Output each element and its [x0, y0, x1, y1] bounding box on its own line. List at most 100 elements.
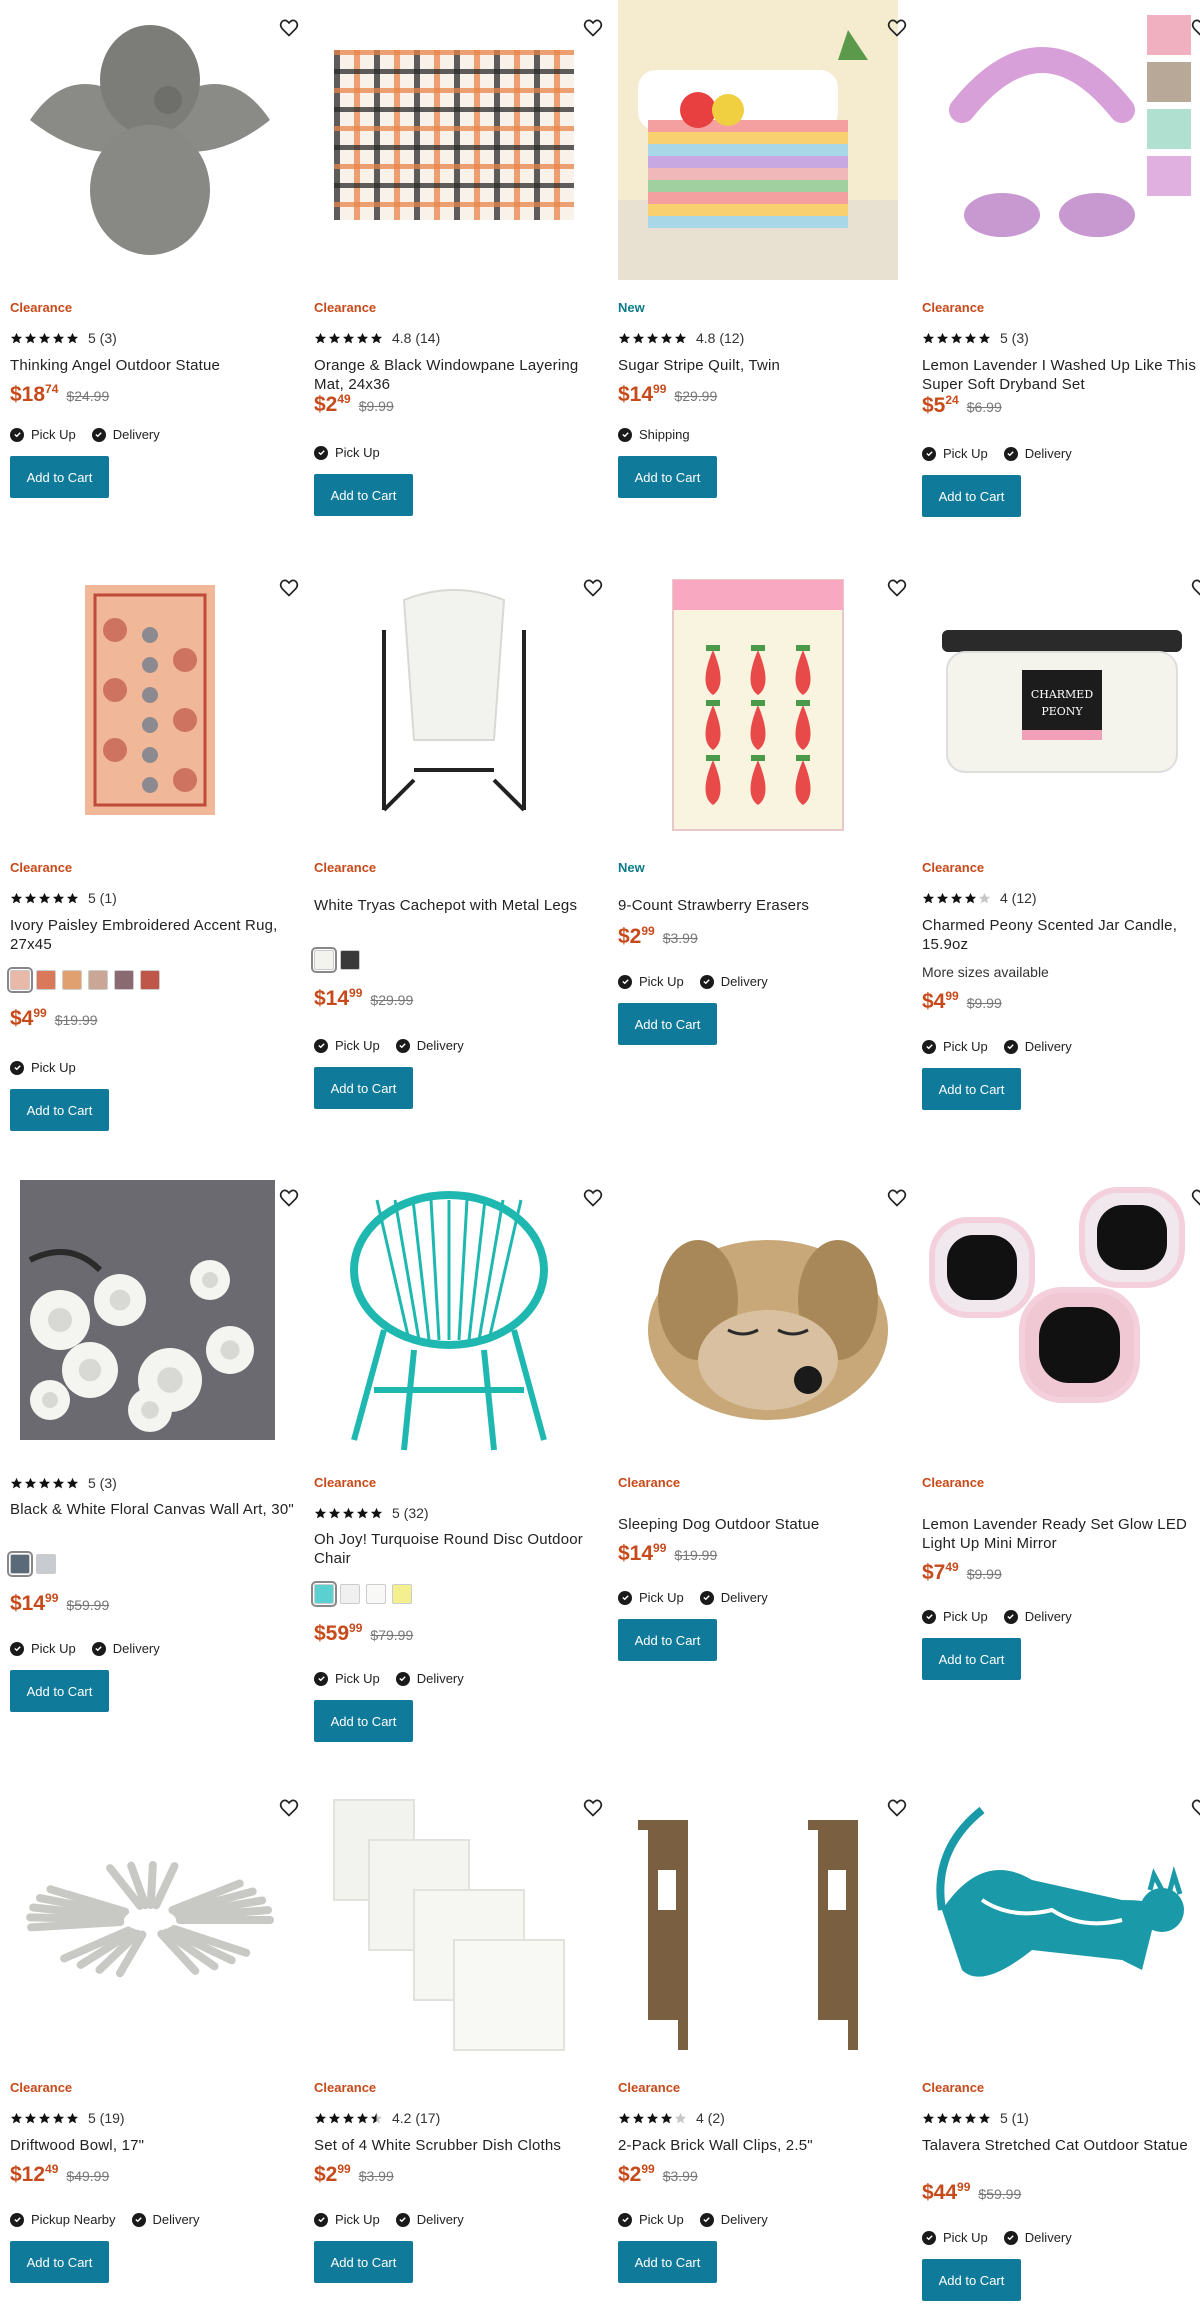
- product-name[interactable]: 2-Pack Brick Wall Clips, 2.5": [618, 2136, 903, 2155]
- product-image[interactable]: [618, 1180, 898, 1460]
- favorite-heart-icon[interactable]: [582, 1188, 604, 1210]
- favorite-heart-icon[interactable]: [1190, 18, 1200, 40]
- product-card[interactable]: 5 (3) Black & White Floral Canvas Wall Ar…: [7, 1170, 299, 1730]
- product-name[interactable]: 9-Count Strawberry Erasers: [618, 896, 903, 915]
- color-swatch[interactable]: [340, 1584, 360, 1604]
- product-image[interactable]: [10, 0, 290, 280]
- color-swatch[interactable]: [140, 970, 160, 990]
- product-image[interactable]: [10, 1790, 290, 2070]
- favorite-heart-icon[interactable]: [886, 18, 908, 40]
- product-image[interactable]: [314, 1180, 594, 1460]
- color-swatch[interactable]: [7, 967, 33, 993]
- add-to-cart-button[interactable]: Add to Cart: [314, 1700, 413, 1742]
- favorite-heart-icon[interactable]: [582, 18, 604, 40]
- product-image[interactable]: [922, 1180, 1200, 1460]
- product-card[interactable]: Clearance Lemon Lavender Ready Set Glow L…: [922, 1170, 1200, 1730]
- product-rating[interactable]: 4 (12): [922, 890, 1037, 906]
- color-swatch[interactable]: [392, 1584, 412, 1604]
- add-to-cart-button[interactable]: Add to Cart: [618, 1619, 717, 1661]
- product-rating[interactable]: 5 (32): [314, 1505, 429, 1521]
- product-rating[interactable]: 4.2 (17): [314, 2110, 440, 2126]
- color-swatch[interactable]: [114, 970, 134, 990]
- product-card[interactable]: Clearance 5 (32) Oh Joy! Turquoise Round D…: [311, 1170, 603, 1742]
- product-name[interactable]: Oh Joy! Turquoise Round Disc Outdoor Cha…: [314, 1530, 599, 1568]
- product-card[interactable]: New 9-Count Strawberry Erasers $2 99 $3.9…: [618, 560, 907, 1120]
- product-card[interactable]: Clearance 4.2 (17) Set of 4 White Scrubber…: [314, 1780, 603, 2317]
- add-to-cart-button[interactable]: Add to Cart: [10, 1089, 109, 1131]
- favorite-heart-icon[interactable]: [278, 1188, 300, 1210]
- color-swatch[interactable]: [311, 1581, 337, 1607]
- add-to-cart-button[interactable]: Add to Cart: [10, 2241, 109, 2283]
- product-image[interactable]: CHARMED PEONY: [922, 560, 1200, 840]
- product-card[interactable]: Clearance White Tryas Cachepot with Metal…: [311, 560, 603, 1120]
- color-swatch[interactable]: [366, 1584, 386, 1604]
- product-rating[interactable]: 4 (2): [618, 2110, 725, 2126]
- product-name[interactable]: Orange & Black Windowpane Layering Mat, …: [314, 356, 599, 394]
- product-rating[interactable]: 5 (3): [10, 330, 117, 346]
- product-image[interactable]: [10, 560, 290, 840]
- product-name[interactable]: Black & White Floral Canvas Wall Art, 30…: [10, 1500, 295, 1519]
- product-image[interactable]: [10, 1180, 290, 1460]
- product-name[interactable]: Lemon Lavender Ready Set Glow LED Light …: [922, 1515, 1200, 1553]
- product-image[interactable]: [618, 1790, 898, 2070]
- product-card[interactable]: Clearance Sleeping Dog Outdoor Statue $14…: [618, 1170, 907, 1730]
- product-rating[interactable]: 5 (19): [10, 2110, 125, 2126]
- add-to-cart-button[interactable]: Add to Cart: [922, 1638, 1021, 1680]
- favorite-heart-icon[interactable]: [582, 1798, 604, 1820]
- product-name[interactable]: Charmed Peony Scented Jar Candle, 15.9oz: [922, 916, 1200, 954]
- favorite-heart-icon[interactable]: [278, 578, 300, 600]
- product-card[interactable]: New 4.8 (12) Sugar Stripe Quilt, Twin $14 …: [618, 0, 907, 560]
- color-swatch[interactable]: [340, 950, 360, 970]
- add-to-cart-button[interactable]: Add to Cart: [10, 1670, 109, 1712]
- product-card[interactable]: CHARMED PEONY Clearance 4 (12) Charmed Peon…: [922, 560, 1200, 1120]
- product-name[interactable]: Talavera Stretched Cat Outdoor Statue: [922, 2136, 1200, 2155]
- product-card[interactable]: Clearance 4 (2) 2-Pack Brick Wall Clips, 2…: [618, 1780, 907, 2317]
- product-rating[interactable]: 5 (3): [922, 330, 1029, 346]
- product-rating[interactable]: 5 (1): [922, 2110, 1029, 2126]
- favorite-heart-icon[interactable]: [1190, 578, 1200, 600]
- product-card[interactable]: Clearance 5 (19) Driftwood Bowl, 17" $12 4…: [10, 1780, 299, 2317]
- color-swatch[interactable]: [88, 970, 108, 990]
- favorite-heart-icon[interactable]: [278, 18, 300, 40]
- product-image[interactable]: [314, 560, 594, 840]
- color-swatch[interactable]: [36, 1554, 56, 1574]
- product-name[interactable]: White Tryas Cachepot with Metal Legs: [314, 896, 599, 915]
- product-card[interactable]: Clearance 5 (1) Talavera Stretched Cat Out…: [922, 1780, 1200, 2317]
- add-to-cart-button[interactable]: Add to Cart: [922, 475, 1021, 517]
- product-name[interactable]: Sleeping Dog Outdoor Statue: [618, 1515, 903, 1534]
- favorite-heart-icon[interactable]: [886, 1798, 908, 1820]
- product-image[interactable]: [922, 1790, 1200, 2070]
- add-to-cart-button[interactable]: Add to Cart: [314, 474, 413, 516]
- product-rating[interactable]: 4.8 (14): [314, 330, 440, 346]
- color-swatch[interactable]: [7, 1551, 33, 1577]
- product-name[interactable]: Sugar Stripe Quilt, Twin: [618, 356, 903, 375]
- product-card[interactable]: Clearance 5 (1) Ivory Paisley Embroidered …: [7, 560, 299, 1131]
- color-swatch[interactable]: [311, 947, 337, 973]
- add-to-cart-button[interactable]: Add to Cart: [618, 2241, 717, 2283]
- product-image[interactable]: [922, 0, 1200, 280]
- product-name[interactable]: Thinking Angel Outdoor Statue: [10, 356, 295, 375]
- color-swatch[interactable]: [62, 970, 82, 990]
- product-card[interactable]: Clearance 5 (3) Thinking Angel Outdoor Sta…: [10, 0, 299, 560]
- favorite-heart-icon[interactable]: [582, 578, 604, 600]
- product-card[interactable]: Clearance 5 (3) Lemon Lavender I Washed Up…: [922, 0, 1200, 560]
- add-to-cart-button[interactable]: Add to Cart: [314, 1067, 413, 1109]
- product-rating[interactable]: 4.8 (12): [618, 330, 744, 346]
- favorite-heart-icon[interactable]: [886, 578, 908, 600]
- product-image[interactable]: [314, 1790, 594, 2070]
- product-name[interactable]: Ivory Paisley Embroidered Accent Rug, 27…: [10, 916, 295, 954]
- product-image[interactable]: [618, 560, 898, 840]
- product-rating[interactable]: 5 (3): [10, 1475, 117, 1491]
- add-to-cart-button[interactable]: Add to Cart: [314, 2241, 413, 2283]
- color-swatch[interactable]: [36, 970, 56, 990]
- product-rating[interactable]: 5 (1): [10, 890, 117, 906]
- favorite-heart-icon[interactable]: [278, 1798, 300, 1820]
- add-to-cart-button[interactable]: Add to Cart: [618, 1003, 717, 1045]
- add-to-cart-button[interactable]: Add to Cart: [922, 2259, 1021, 2301]
- product-card[interactable]: Clearance 4.8 (14) Orange & Black Windowpa…: [314, 0, 603, 560]
- add-to-cart-button[interactable]: Add to Cart: [618, 456, 717, 498]
- favorite-heart-icon[interactable]: [1190, 1798, 1200, 1820]
- favorite-heart-icon[interactable]: [886, 1188, 908, 1210]
- favorite-heart-icon[interactable]: [1190, 1188, 1200, 1210]
- add-to-cart-button[interactable]: Add to Cart: [10, 456, 109, 498]
